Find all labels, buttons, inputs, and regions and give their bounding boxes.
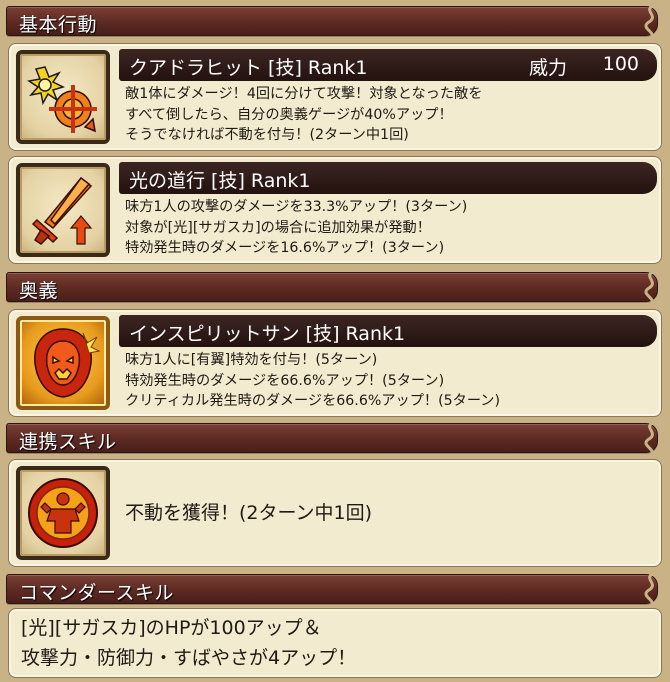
scroll-curl-icon xyxy=(644,270,654,306)
description-line: 敵1体にダメージ！4回に分けて攻撃！対象となった敵を xyxy=(125,86,483,102)
inspirit-sun-icon xyxy=(16,316,110,410)
description-line: 特効発生時のダメージを66.6%アップ！(5ターン) xyxy=(125,372,445,389)
skill-description: 味方1人の攻撃のダメージを33.3%アップ！(3ターン) 対象が[光][サガスカ… xyxy=(125,197,467,259)
section-header-link-skill: 連携スキル xyxy=(6,421,658,457)
skill-card-hikari-no-michiyuki[interactable]: 光の道行 [技] Rank1 味方1人の攻撃のダメージを33.3%アップ！(3タ… xyxy=(8,156,662,264)
description-line: そうでなければ不動を付与！(2ターン中1回) xyxy=(125,127,409,143)
section-title: 基本行動 xyxy=(19,14,98,36)
description-line: 味方1人に[有翼]特効を付与！(5ターン) xyxy=(125,352,378,368)
commander-skill-line: [光][サガスカ]のHPが100アップ＆ xyxy=(21,617,322,639)
link-skill-description: 不動を獲得！(2ターン中1回) xyxy=(125,502,373,524)
skill-name: クアドラヒット [技] Rank1 xyxy=(129,57,368,79)
immovable-icon xyxy=(16,466,110,560)
skill-name-bar: 光の道行 [技] Rank1 xyxy=(119,162,657,194)
commander-skill-text: [光][サガスカ]のHPが100アップ＆ 攻撃力・防御力・すばやさが4アップ！ xyxy=(21,613,356,673)
scroll-curl-icon xyxy=(644,421,654,457)
section-header-basic-action: 基本行動 xyxy=(6,4,658,40)
section-header-commander-skill: コマンダースキル xyxy=(6,572,658,608)
skill-name-bar: インスピリットサン [技] Rank1 xyxy=(119,315,657,347)
skill-card-inspirit-sun[interactable]: インスピリットサン [技] Rank1 味方1人に[有翼]特効を付与！(5ターン… xyxy=(8,309,662,417)
section-title: 奥義 xyxy=(19,280,59,302)
commander-skill-card[interactable]: [光][サガスカ]のHPが100アップ＆ 攻撃力・防御力・すばやさが4アップ！ xyxy=(8,608,662,678)
scroll-curl-icon xyxy=(644,572,654,608)
skill-name-bar: クアドラヒット [技] Rank1 威力 100 xyxy=(119,49,657,81)
scroll-curl-icon xyxy=(644,4,654,40)
sword-buff-icon xyxy=(16,163,110,257)
section-title: コマンダースキル xyxy=(19,582,175,604)
description-line: 味方1人の攻撃のダメージを33.3%アップ！(3ターン) xyxy=(125,199,468,215)
skill-card-quad-hit[interactable]: クアドラヒット [技] Rank1 威力 100 敵1体にダメージ！4回に分けて… xyxy=(8,43,662,151)
section-header-ougi: 奥義 xyxy=(6,270,658,306)
link-skill-card[interactable]: 不動を獲得！(2ターン中1回) xyxy=(8,459,662,567)
description-line: 特効発生時のダメージを16.6%アップ！(3ターン) xyxy=(125,240,445,256)
skill-name: 光の道行 [技] Rank1 xyxy=(129,170,311,192)
quad-hit-icon xyxy=(16,50,110,144)
skill-description: 味方1人に[有翼]特効を付与！(5ターン) 特効発生時のダメージを66.6%アッ… xyxy=(125,350,500,412)
power-value: 100 xyxy=(602,53,639,75)
power-label: 威力 xyxy=(529,57,568,79)
skill-description: 敵1体にダメージ！4回に分けて攻撃！対象となった敵を すべて倒したら、自分の奥義… xyxy=(125,84,482,146)
description-line: すべて倒したら、自分の奥義ゲージが40%アップ！ xyxy=(125,106,453,123)
description-line: クリティカル発生時のダメージを66.6%アップ！(5ターン) xyxy=(125,393,501,409)
commander-skill-line: 攻撃力・防御力・すばやさが4アップ！ xyxy=(21,647,357,669)
skill-name: インスピリットサン [技] Rank1 xyxy=(129,323,406,345)
section-title: 連携スキル xyxy=(19,431,117,453)
description-line: 対象が[光][サガスカ]の場合に追加効果が発動！ xyxy=(125,219,431,236)
link-skill-text: 不動を獲得！(2ターン中1回) xyxy=(125,498,372,528)
